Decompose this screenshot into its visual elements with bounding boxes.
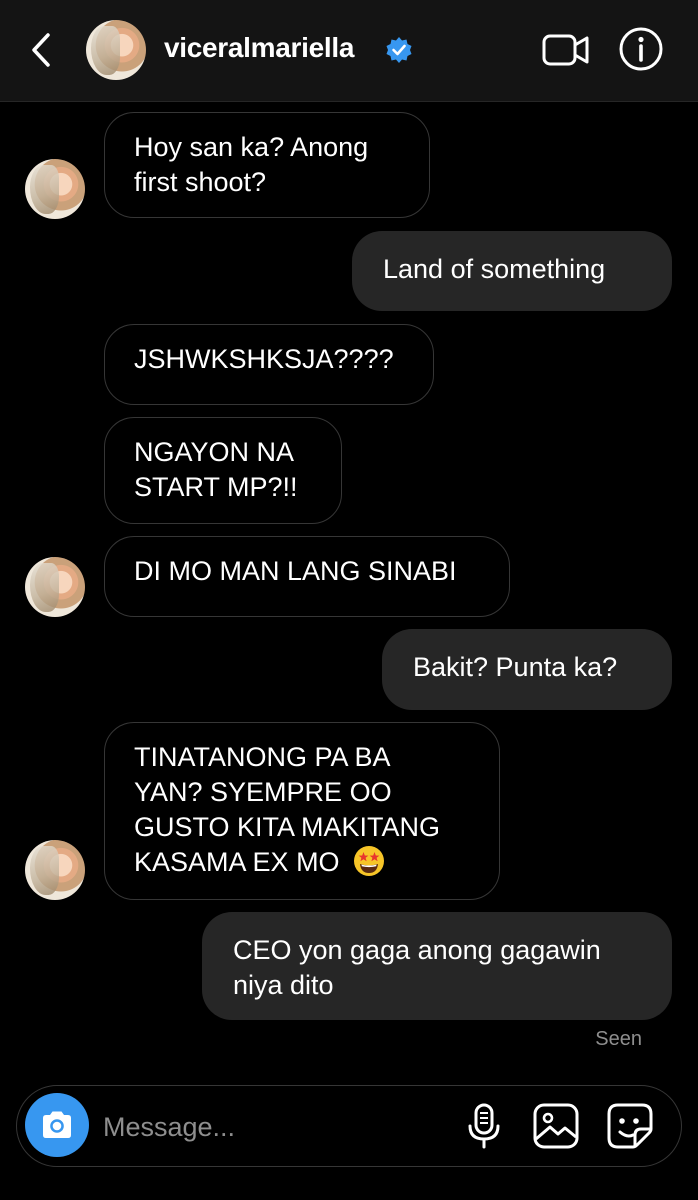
message-line: CEO yon gaga anong gagawin	[233, 935, 601, 965]
message-line: Bakit? Punta ka?	[413, 652, 618, 682]
message-received[interactable]: Hoy san ka? Anong first shoot?	[104, 112, 430, 218]
message-line: Hoy san ka? Anong	[134, 132, 369, 162]
seen-status: Seen	[595, 1028, 642, 1050]
sticker-icon[interactable]	[605, 1101, 655, 1151]
header-avatar[interactable]	[86, 20, 146, 80]
message-sent[interactable]: Land of something	[352, 231, 672, 311]
message-line: YAN? SYEMPRE OO	[134, 777, 392, 807]
chat-header: viceralmariella	[0, 0, 698, 102]
sender-avatar[interactable]	[25, 840, 85, 900]
back-icon[interactable]	[26, 30, 60, 70]
message-line: GUSTO KITA MAKITANG	[134, 812, 441, 842]
message-line: niya dito	[233, 970, 334, 1000]
gallery-icon[interactable]	[531, 1101, 581, 1151]
sender-avatar[interactable]	[25, 159, 85, 219]
verified-badge-icon	[386, 37, 412, 63]
message-received[interactable]: TINATANONG PA BA YAN? SYEMPRE OO GUSTO K…	[104, 722, 500, 900]
message-composer	[16, 1085, 682, 1167]
message-received[interactable]: DI MO MAN LANG SINABI	[104, 536, 510, 617]
camera-button[interactable]	[25, 1093, 89, 1157]
sender-avatar[interactable]	[25, 557, 85, 617]
message-line: JSHWKSHKSJA????	[134, 344, 394, 374]
message-line: NGAYON NA	[134, 437, 295, 467]
star-struck-emoji-icon	[354, 846, 385, 876]
message-line: START MP?!!	[134, 472, 298, 502]
video-call-icon[interactable]	[542, 30, 590, 70]
camera-icon	[43, 1111, 71, 1138]
message-line: TINATANONG PA BA	[134, 742, 391, 772]
message-line: DI MO MAN LANG SINABI	[134, 556, 457, 586]
message-line: Land of something	[383, 254, 606, 284]
message-received[interactable]: NGAYON NA START MP?!!	[104, 417, 342, 524]
message-received[interactable]: JSHWKSHKSJA????	[104, 324, 434, 405]
message-sent[interactable]: CEO yon gaga anong gagawin niya dito	[202, 912, 672, 1020]
microphone-icon[interactable]	[459, 1101, 509, 1151]
message-line-text: KASAMA EX MO	[134, 847, 340, 877]
username[interactable]: viceralmariella	[164, 32, 354, 64]
message-sent[interactable]: Bakit? Punta ka?	[382, 629, 672, 710]
message-line: first shoot?	[134, 167, 267, 197]
message-input[interactable]	[101, 1106, 445, 1148]
info-icon[interactable]	[618, 26, 664, 72]
message-line: KASAMA EX MO	[134, 845, 470, 880]
